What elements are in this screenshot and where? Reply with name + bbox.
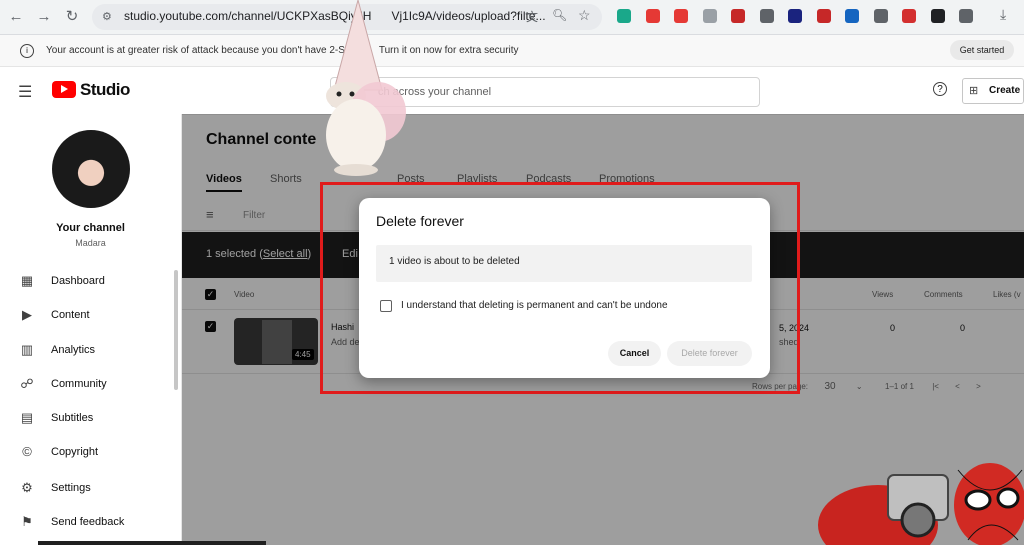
ext-icon-7[interactable] bbox=[788, 9, 802, 23]
ext-icon-12[interactable] bbox=[930, 9, 945, 23]
sidebar-item-analytics[interactable]: ▥ Analytics bbox=[18, 339, 168, 363]
sidebar-item-content[interactable]: ▶ Content bbox=[18, 304, 168, 328]
feedback-icon: ⚑ bbox=[21, 514, 33, 529]
back-icon[interactable]: ← bbox=[6, 7, 26, 27]
chevron-down-icon[interactable]: ⌄ bbox=[856, 382, 863, 391]
download-icon[interactable]: ⤓ bbox=[1000, 6, 1006, 23]
help-icon[interactable]: ? bbox=[933, 82, 947, 96]
sidebar-item-label: Copyright bbox=[51, 446, 99, 458]
sidebar-item-label: Community bbox=[51, 378, 107, 390]
channel-name: Madara bbox=[75, 238, 106, 248]
next-page-icon[interactable]: > bbox=[976, 382, 981, 391]
channel-title: Your channel bbox=[56, 222, 125, 234]
spiderman-sticker-image bbox=[818, 463, 1024, 545]
cat-sticker-image bbox=[326, 0, 406, 176]
ext-icon-3[interactable] bbox=[674, 9, 688, 23]
page-range: 1–1 of 1 bbox=[885, 382, 914, 391]
subtitles-icon: ▤ bbox=[20, 410, 34, 425]
horizontal-scrollbar[interactable] bbox=[38, 541, 266, 545]
sidebar-item-copyright[interactable]: © Copyright bbox=[18, 441, 168, 465]
sidebar-item-community[interactable]: ☍ Community bbox=[18, 373, 168, 397]
community-icon: ☍ bbox=[20, 376, 34, 391]
studio-brand: Studio bbox=[80, 80, 130, 99]
ext-icon-11[interactable] bbox=[902, 9, 916, 23]
sidebar-item-send-feedback[interactable]: ⚑ Send feedback bbox=[18, 511, 168, 535]
copyright-icon: © bbox=[22, 444, 32, 459]
site-info-icon[interactable]: ⚙ bbox=[102, 10, 112, 23]
forward-icon[interactable]: → bbox=[34, 7, 54, 27]
url-tail: Vj1Ic9A/videos/upload?filte... bbox=[391, 9, 546, 23]
content-icon: ▶ bbox=[22, 307, 32, 322]
create-label: Create bbox=[989, 85, 1021, 96]
ext-icon-1[interactable] bbox=[617, 9, 631, 23]
cancel-button[interactable]: Cancel bbox=[608, 341, 661, 366]
get-started-button[interactable]: Get started bbox=[950, 40, 1014, 60]
sidebar-item-label: Send feedback bbox=[51, 516, 125, 528]
settings-icon: ⚙ bbox=[21, 480, 33, 495]
sidebar-item-settings[interactable]: ⚙ Settings bbox=[18, 477, 168, 501]
ext-icon-13[interactable] bbox=[959, 9, 973, 23]
dashboard-icon: ▦ bbox=[20, 273, 34, 288]
sidebar-item-label: Analytics bbox=[51, 344, 96, 356]
create-video-icon: ⊞ bbox=[969, 85, 979, 97]
sidebar-item-subtitles[interactable]: ▤ Subtitles bbox=[18, 407, 168, 431]
confirm-checkbox-label[interactable]: I understand that deleting is permanent … bbox=[401, 300, 668, 311]
confirm-checkbox[interactable] bbox=[380, 300, 392, 312]
youtube-logo-icon[interactable] bbox=[52, 81, 76, 98]
rows-per-page-select[interactable]: 30 bbox=[825, 381, 836, 392]
reload-icon[interactable]: ↻ bbox=[62, 7, 82, 27]
sidebar-scrollbar[interactable] bbox=[174, 270, 178, 390]
translate-icon[interactable]: 文 bbox=[526, 8, 538, 25]
ext-icon-8[interactable] bbox=[816, 9, 831, 23]
info-icon: i bbox=[20, 44, 34, 58]
sidebar-item-label: Settings bbox=[51, 482, 91, 494]
zoom-icon[interactable]: 🔍︎ bbox=[552, 8, 567, 22]
ext-icon-2[interactable] bbox=[645, 9, 660, 23]
avatar[interactable] bbox=[52, 130, 130, 208]
sidebar-item-label: Content bbox=[51, 309, 90, 321]
first-page-icon[interactable]: |< bbox=[932, 382, 939, 391]
ext-icon-4[interactable] bbox=[702, 9, 717, 23]
analytics-icon: ▥ bbox=[20, 342, 34, 357]
menu-icon[interactable]: ☰ bbox=[18, 82, 32, 102]
dialog-info-text: 1 video is about to be deleted bbox=[389, 256, 520, 267]
ext-icon-5[interactable] bbox=[731, 9, 745, 23]
ext-icon-10[interactable] bbox=[873, 9, 888, 23]
delete-forever-button[interactable]: Delete forever bbox=[667, 341, 752, 366]
bookmark-star-icon[interactable]: ☆ bbox=[578, 7, 591, 24]
prev-page-icon[interactable]: < bbox=[955, 382, 960, 391]
ext-icon-6[interactable] bbox=[759, 9, 774, 23]
dialog-title: Delete forever bbox=[376, 213, 464, 229]
ext-icon-9[interactable] bbox=[845, 9, 859, 23]
sidebar-item-label: Subtitles bbox=[51, 412, 94, 424]
sidebar-item-dashboard[interactable]: ▦ Dashboard bbox=[18, 270, 168, 294]
banner-text-head: Your account is at greater risk of attac… bbox=[46, 45, 359, 56]
banner-message: Your account is at greater risk of attac… bbox=[46, 45, 519, 56]
sidebar-item-label: Dashboard bbox=[51, 275, 105, 287]
